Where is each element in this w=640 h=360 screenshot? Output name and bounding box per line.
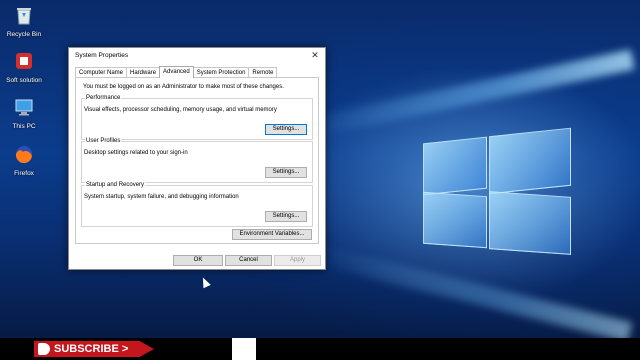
- advanced-tab-panel: You must be logged on as an Administrato…: [75, 77, 319, 244]
- desktop-icon-firefox[interactable]: Firefox: [0, 143, 48, 177]
- taskbar-box[interactable]: [232, 338, 256, 360]
- group-description: Visual effects, processor scheduling, me…: [84, 107, 277, 113]
- performance-settings-button[interactable]: Settings...: [265, 124, 307, 135]
- subscribe-arrow: >: [121, 343, 129, 355]
- windows-logo-pane: [423, 136, 487, 196]
- title-bar[interactable]: System Properties ✕: [69, 48, 325, 63]
- ok-button[interactable]: OK: [173, 255, 223, 266]
- taskbar-area: [154, 338, 230, 360]
- dialog-title: System Properties: [75, 52, 129, 59]
- group-title: User Profiles: [85, 138, 122, 144]
- performance-group: Performance Visual effects, processor sc…: [81, 95, 313, 140]
- hand-pointer-icon: [38, 343, 50, 355]
- firefox-icon: [15, 146, 32, 164]
- tab-strip: Computer Name Hardware Advanced System P…: [75, 66, 278, 78]
- startup-recovery-settings-button[interactable]: Settings...: [265, 211, 307, 222]
- app-icon: [16, 53, 32, 69]
- desktop-icon-label: Recycle Bin: [6, 31, 42, 38]
- desktop-icon-label: Soft solution: [6, 77, 42, 84]
- group-title: Performance: [85, 95, 122, 101]
- taskbar: SUBSCRIBE >: [0, 338, 640, 360]
- user-profiles-settings-button[interactable]: Settings...: [265, 167, 307, 178]
- mouse-cursor: [199, 275, 211, 289]
- computer-icon: [15, 99, 33, 116]
- group-description: Desktop settings related to your sign-in: [84, 150, 188, 156]
- desktop-icon-label: Firefox: [14, 170, 34, 177]
- desktop-icon-soft-solution[interactable]: Soft solution: [0, 50, 48, 84]
- desktop: Recycle Bin Soft solution This PC Firefo…: [0, 0, 640, 338]
- user-profiles-group: User Profiles Desktop settings related t…: [81, 138, 313, 183]
- windows-logo-pane: [423, 191, 487, 249]
- cancel-button[interactable]: Cancel: [225, 255, 272, 266]
- desktop-icon-recycle-bin[interactable]: Recycle Bin: [0, 4, 48, 38]
- system-properties-dialog: System Properties ✕ Computer Name Hardwa…: [68, 47, 326, 270]
- subscribe-banner[interactable]: SUBSCRIBE >: [34, 341, 154, 357]
- environment-variables-button[interactable]: Environment Variables...: [232, 229, 312, 240]
- close-icon[interactable]: ✕: [310, 50, 320, 61]
- subscribe-label: SUBSCRIBE: [54, 343, 119, 355]
- windows-logo-pane: [489, 127, 571, 195]
- group-description: System startup, system failure, and debu…: [84, 194, 239, 200]
- recycle-bin-icon: [17, 8, 31, 25]
- desktop-icon-this-pc[interactable]: This PC: [0, 96, 48, 130]
- tab-advanced[interactable]: Advanced: [159, 66, 194, 78]
- startup-recovery-group: Startup and Recovery System startup, sys…: [81, 182, 313, 227]
- light-beam: [297, 240, 633, 338]
- apply-button[interactable]: Apply: [274, 255, 321, 266]
- group-title: Startup and Recovery: [85, 182, 146, 188]
- light-beam: [297, 49, 635, 140]
- windows-logo: [423, 127, 573, 255]
- windows-logo-pane: [489, 191, 571, 255]
- desktop-icon-label: This PC: [12, 123, 36, 130]
- admin-message: You must be logged on as an Administrato…: [83, 84, 284, 90]
